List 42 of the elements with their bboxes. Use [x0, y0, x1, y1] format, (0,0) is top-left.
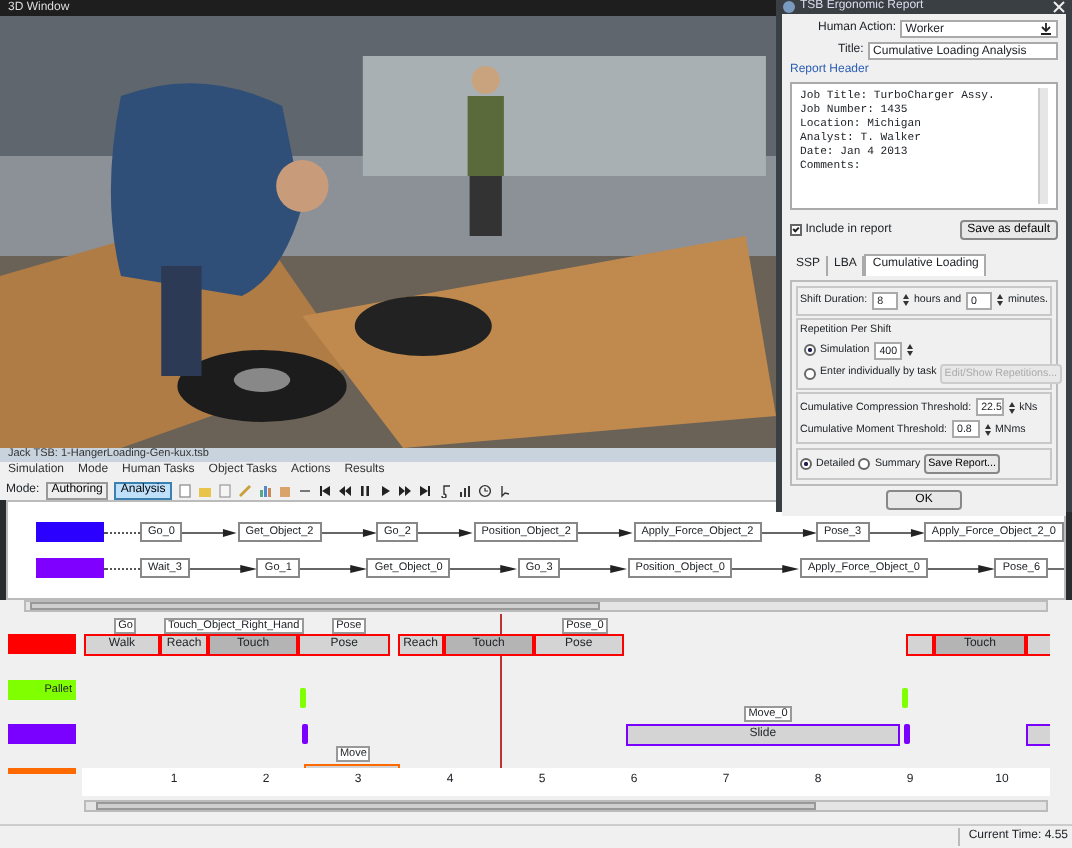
app-icon: [782, 0, 796, 15]
radio-button[interactable]: [858, 458, 871, 471]
clock-icon[interactable]: [477, 484, 492, 498]
spinner-arrows-icon[interactable]: [995, 292, 1004, 309]
spinner-arrows-icon[interactable]: [983, 421, 992, 438]
spinner-arrows-icon[interactable]: [905, 342, 914, 359]
radio-button[interactable]: [804, 367, 816, 380]
connector-arrow: [761, 527, 816, 537]
checkbox[interactable]: [790, 224, 802, 237]
skip-back-icon[interactable]: [317, 484, 332, 498]
scrollbar[interactable]: [24, 600, 1048, 612]
connector-arrow: [182, 527, 238, 537]
connector-arrow: [578, 527, 634, 537]
close-icon[interactable]: [1052, 0, 1066, 15]
connector-line: [1048, 563, 1065, 573]
event-marker: [901, 688, 908, 708]
task-segment[interactable]: [1025, 724, 1050, 746]
connector-arrow: [418, 527, 474, 537]
connector-arrow: [189, 563, 257, 573]
connector-arrow: [299, 563, 367, 573]
connector-arrow: [927, 563, 995, 573]
chart-icon[interactable]: [257, 484, 272, 498]
connector-arrow: [450, 563, 518, 573]
skip-forward-icon[interactable]: [417, 484, 432, 498]
download-arrow-icon: [1040, 22, 1052, 37]
radio-button[interactable]: [804, 344, 816, 357]
event-marker: [301, 724, 308, 744]
connector-arrow: [732, 563, 800, 573]
task-segment[interactable]: [1025, 634, 1050, 656]
event-marker: [903, 724, 910, 744]
spinner-arrows-icon[interactable]: [901, 292, 910, 309]
pause-icon[interactable]: [357, 484, 372, 498]
scrollbar[interactable]: [1038, 88, 1048, 205]
connector-arrow: [321, 527, 376, 537]
bar-chart-icon[interactable]: [457, 484, 472, 498]
radio-button[interactable]: [800, 458, 812, 471]
spinner-arrows-icon[interactable]: [1007, 399, 1016, 416]
task-segment[interactable]: [906, 634, 934, 656]
connector-arrow: [869, 527, 924, 537]
event-marker: [300, 688, 307, 708]
scrollbar[interactable]: [84, 800, 1048, 812]
connector-arrow: [560, 563, 628, 573]
